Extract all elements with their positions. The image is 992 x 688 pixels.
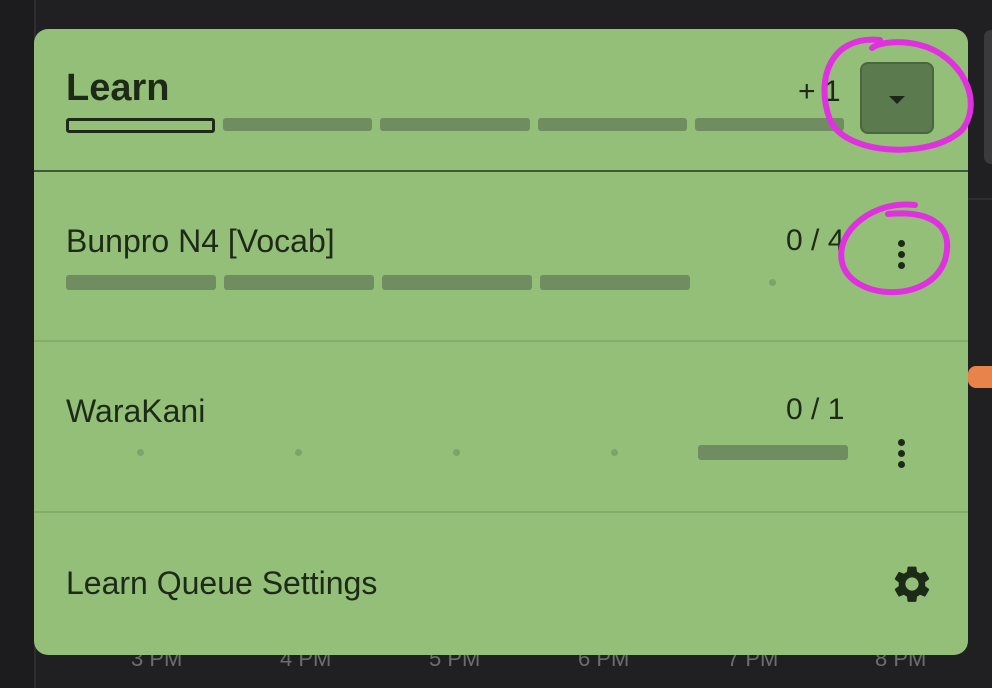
kebab-menu-icon[interactable] <box>886 433 916 473</box>
progress-dot <box>137 449 144 456</box>
background-orange-bar <box>968 366 992 388</box>
background-card <box>984 30 992 164</box>
progress-segment <box>540 275 690 290</box>
progress-segment-active <box>66 118 215 133</box>
progress-dot <box>611 449 618 456</box>
progress-segment <box>538 118 687 131</box>
kebab-menu-icon[interactable] <box>886 234 916 274</box>
progress-dot <box>453 449 460 456</box>
progress-segment <box>66 275 216 290</box>
learn-count: + 1 <box>798 75 841 108</box>
progress-segment <box>380 118 530 131</box>
queue-count: 0 / 4 <box>786 224 845 257</box>
queue-name: Bunpro N4 [Vocab] <box>66 223 335 259</box>
learn-title: Learn <box>66 67 170 109</box>
learn-header: Learn + 1 <box>34 29 968 172</box>
learn-popover: Learn + 1 Bunpro N4 [Vocab] 0 / 4 WaraKa… <box>34 29 968 655</box>
queue-row[interactable]: Bunpro N4 [Vocab] 0 / 4 <box>34 170 968 342</box>
progress-segment <box>698 445 848 460</box>
caret-down-icon <box>889 96 905 104</box>
progress-dot <box>769 279 776 286</box>
progress-segment <box>382 275 532 290</box>
queue-name: WaraKani <box>66 393 206 429</box>
progress-segment <box>224 275 374 290</box>
progress-segment <box>695 118 844 131</box>
background-divider <box>968 198 992 200</box>
dropdown-button[interactable] <box>860 62 934 134</box>
queue-count: 0 / 1 <box>786 393 845 426</box>
learn-queue-settings-link[interactable]: Learn Queue Settings <box>66 565 377 602</box>
progress-segment <box>223 118 372 131</box>
progress-dot <box>295 449 302 456</box>
queue-row[interactable]: WaraKani 0 / 1 <box>34 341 968 513</box>
gear-icon[interactable] <box>890 562 934 606</box>
